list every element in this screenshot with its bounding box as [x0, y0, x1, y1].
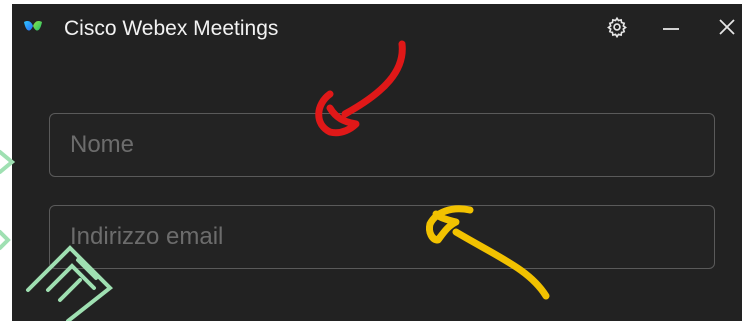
- close-icon: [719, 19, 735, 35]
- webex-window: Cisco Webex Meetings: [12, 4, 742, 321]
- name-field[interactable]: [49, 113, 715, 177]
- close-button[interactable]: [712, 12, 742, 42]
- minimize-button[interactable]: [656, 12, 686, 42]
- screenshot-stage: Cisco Webex Meetings: [0, 0, 742, 321]
- email-field[interactable]: [49, 205, 715, 269]
- gear-icon: [607, 16, 627, 38]
- webex-logo-icon: [24, 21, 42, 31]
- title-bar[interactable]: Cisco Webex Meetings: [12, 4, 742, 52]
- window-title: Cisco Webex Meetings: [64, 17, 279, 40]
- minimize-icon: [663, 28, 679, 30]
- settings-button[interactable]: [602, 12, 632, 42]
